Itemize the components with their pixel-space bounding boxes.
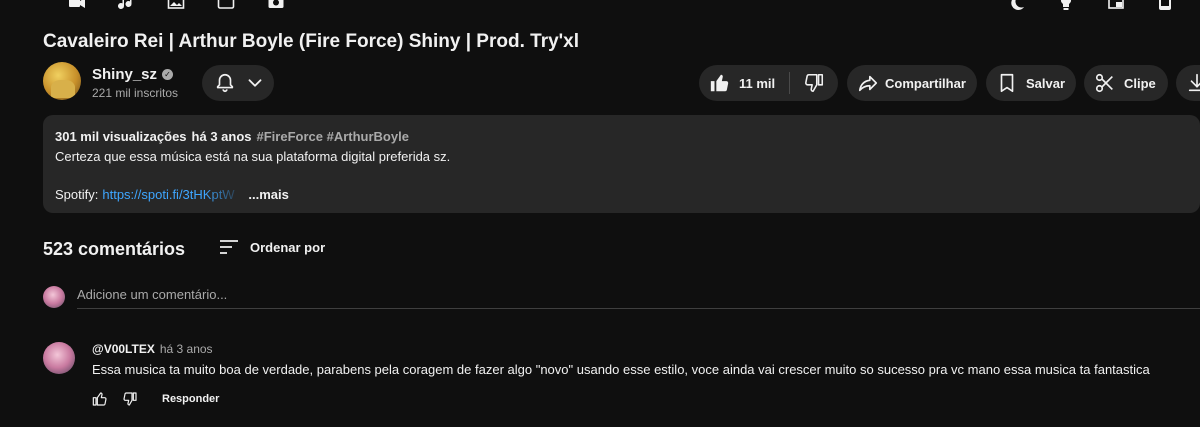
spotify-link[interactable]: https://spoti.fi/3tHKptW (102, 185, 245, 204)
clip-button[interactable]: Clipe (1084, 65, 1168, 101)
comment-author-avatar[interactable] (43, 342, 75, 374)
share-button[interactable]: Compartilhar (847, 65, 977, 101)
description-meta: 301 mil visualizações há 3 anos #FireFor… (55, 127, 1188, 146)
channel-avatar[interactable] (43, 62, 81, 100)
video-camera-icon[interactable] (68, 0, 86, 12)
save-button[interactable]: Salvar (986, 65, 1076, 101)
sort-icon (218, 236, 240, 258)
description-spotify-row: Spotify: https://spoti.fi/3tHKptW ...mai… (55, 185, 1188, 204)
bookmark-icon (996, 72, 1018, 94)
show-more-button[interactable]: ...mais (248, 185, 288, 204)
camera-icon[interactable] (267, 0, 285, 12)
share-icon (857, 72, 879, 94)
save-label: Salvar (1026, 75, 1066, 91)
comment-time[interactable]: há 3 anos (160, 342, 213, 356)
share-label: Compartilhar (885, 75, 966, 91)
chevron-down-icon (244, 72, 266, 94)
upload-age: há 3 anos (191, 129, 252, 144)
view-count: 301 mil visualizações (55, 129, 187, 144)
like-button[interactable]: 11 mil (699, 65, 789, 101)
top-toolbar-strip (0, 0, 1200, 14)
scissors-icon (1094, 72, 1116, 94)
bell-icon (214, 72, 236, 94)
hashtags[interactable]: #FireForce #ArthurBoyle (257, 127, 409, 146)
miniplayer-icon[interactable] (1107, 0, 1125, 12)
music-note-icon[interactable] (118, 0, 136, 12)
sort-comments-button[interactable]: Ordenar por (218, 236, 325, 258)
channel-name-row[interactable]: Shiny_sz ✓ (92, 66, 174, 83)
download-icon (1186, 72, 1200, 94)
verified-badge-icon: ✓ (162, 69, 174, 80)
image-icon[interactable] (167, 0, 185, 12)
spotify-label: Spotify: (55, 187, 99, 202)
dislike-button[interactable] (790, 65, 838, 101)
comment-dislike-icon[interactable] (122, 391, 138, 407)
video-title: Cavaleiro Rei | Arthur Boyle (Fire Force… (43, 31, 580, 52)
notification-bell-button[interactable] (202, 65, 274, 101)
channel-name[interactable]: Shiny_sz (92, 66, 157, 83)
comment-like-icon[interactable] (92, 391, 108, 407)
moon-icon[interactable] (1008, 0, 1026, 12)
comment-actions: Responder (92, 391, 219, 407)
add-comment-input[interactable]: Adicione um comentário... (77, 287, 1200, 309)
comment-count: 523 comentários (43, 239, 186, 259)
lightbulb-icon[interactable] (1057, 0, 1075, 12)
like-dislike-group: 11 mil (699, 65, 838, 101)
clip-label: Clipe (1124, 75, 1156, 91)
comment-author[interactable]: @V00LTEX (92, 342, 155, 356)
captions-icon[interactable] (217, 0, 235, 12)
user-avatar (43, 286, 65, 308)
subscriber-count: 221 mil inscritos (92, 86, 179, 100)
device-icon[interactable] (1156, 0, 1174, 12)
download-button[interactable] (1176, 65, 1200, 101)
like-count: 11 mil (739, 75, 776, 91)
sort-label: Ordenar por (250, 239, 326, 255)
description-box[interactable]: 301 mil visualizações há 3 anos #FireFor… (43, 115, 1200, 213)
comment-header: @V00LTEX há 3 anos (92, 342, 213, 356)
description-text: Certeza que essa música está na sua plat… (55, 149, 451, 164)
thumbs-up-icon (709, 72, 731, 94)
comment-text: Essa musica ta muito boa de verdade, par… (92, 362, 1150, 377)
reply-button[interactable]: Responder (162, 393, 219, 405)
thumbs-down-icon (803, 72, 825, 94)
